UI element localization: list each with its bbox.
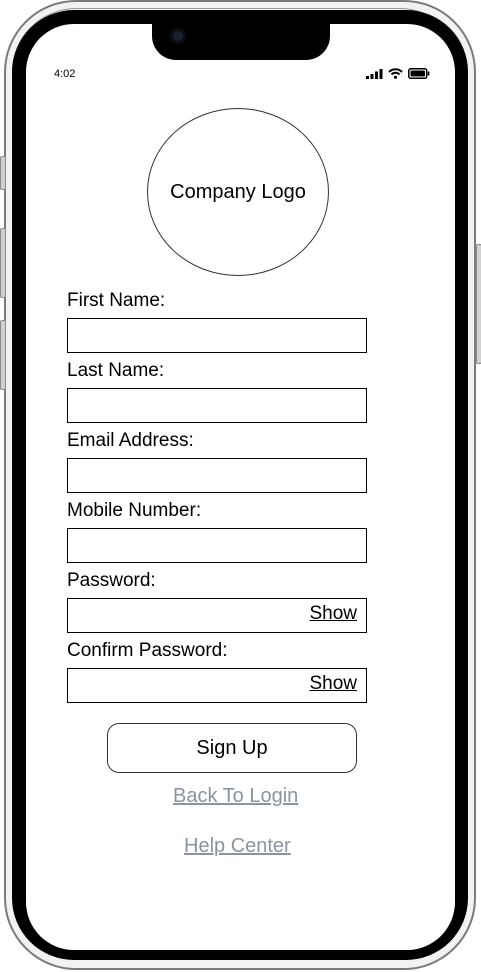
first-name-label: First Name: xyxy=(67,290,166,311)
email-input[interactable] xyxy=(67,458,367,493)
password-label: Password: xyxy=(67,570,156,591)
first-name-input[interactable] xyxy=(67,318,367,353)
sign-up-label: Sign Up xyxy=(196,736,268,759)
confirm-password-show-toggle[interactable]: Show xyxy=(309,673,357,695)
camera-icon xyxy=(170,28,186,44)
mute-switch xyxy=(0,156,6,190)
signal-icon xyxy=(366,68,383,79)
power-button xyxy=(476,244,481,364)
confirm-password-label: Confirm Password: xyxy=(67,640,228,661)
last-name-input[interactable] xyxy=(67,388,367,423)
last-name-label: Last Name: xyxy=(67,360,165,381)
volume-down-button xyxy=(0,320,6,390)
back-to-login-link[interactable]: Back To Login xyxy=(173,785,298,808)
status-time: 4:02 xyxy=(54,68,76,80)
volume-up-button xyxy=(0,228,6,298)
password-input[interactable]: Show xyxy=(67,598,367,633)
status-icons xyxy=(366,68,430,79)
wifi-icon xyxy=(388,68,403,79)
company-logo: Company Logo xyxy=(147,108,329,276)
battery-icon xyxy=(408,68,430,79)
mobile-label: Mobile Number: xyxy=(67,500,202,521)
sign-up-button[interactable]: Sign Up xyxy=(107,723,357,773)
confirm-password-input[interactable]: Show xyxy=(67,668,367,703)
password-show-toggle[interactable]: Show xyxy=(309,603,357,625)
email-label: Email Address: xyxy=(67,430,194,451)
help-center-link[interactable]: Help Center xyxy=(184,835,291,858)
mobile-input[interactable] xyxy=(67,528,367,563)
company-logo-text: Company Logo xyxy=(170,180,306,203)
